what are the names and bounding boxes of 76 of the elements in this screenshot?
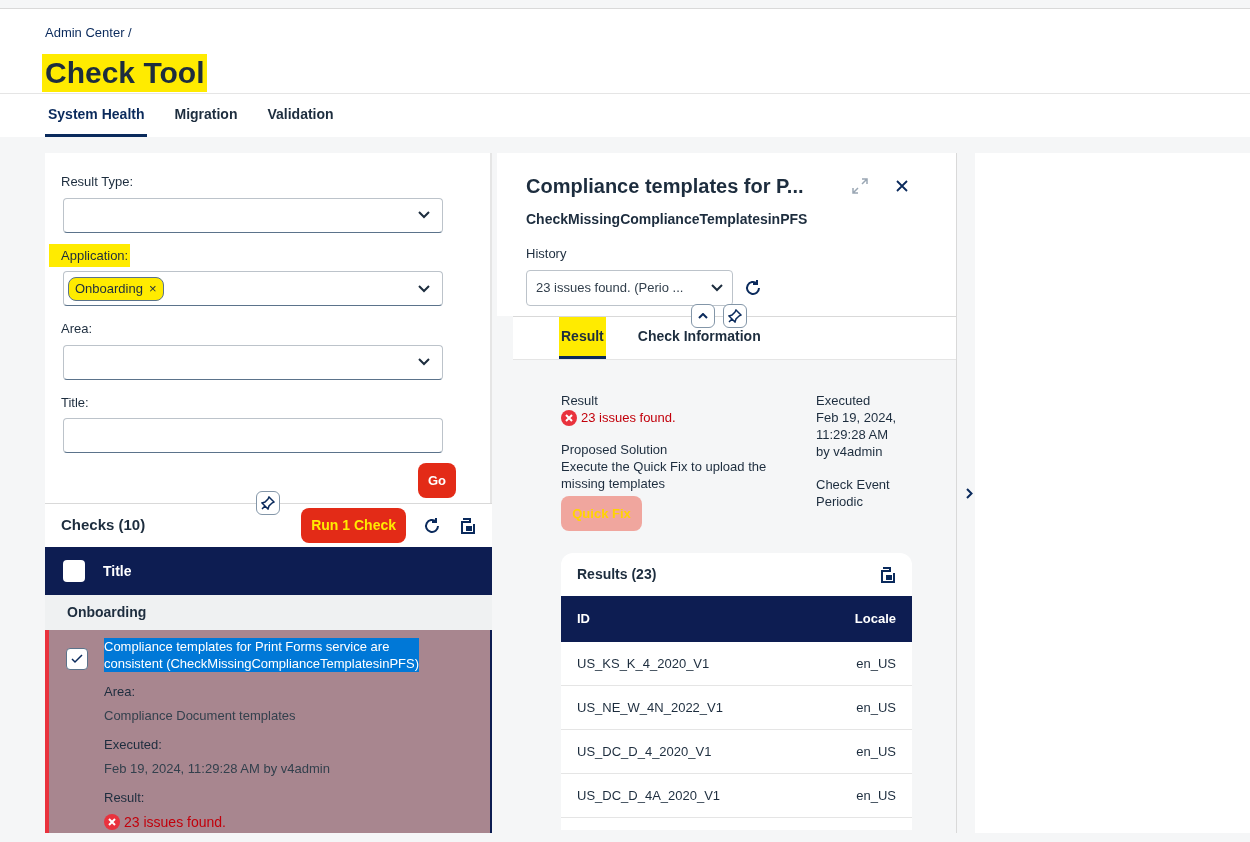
chevron-down-icon (418, 358, 430, 366)
field-label: Area: (61, 320, 94, 338)
chevron-up-icon (698, 313, 708, 319)
group-header: Onboarding (45, 595, 492, 630)
chevron-down-icon (418, 211, 430, 219)
select-field[interactable] (63, 197, 443, 233)
pin-button[interactable] (256, 491, 280, 515)
column-header: Title (103, 561, 132, 581)
field-value: Feb 19, 2024, 11:29:28 AM by v4admin (104, 759, 331, 778)
pin-button[interactable] (723, 304, 747, 328)
detail-subtitle: CheckMissingComplianceTemplatesinPFS (526, 210, 809, 229)
table-cell-text: US_DC_D_4_2020_V1 (577, 742, 712, 761)
table-cell-text: en_US (856, 698, 896, 717)
check-title: Compliance templates for Print Forms service are consistent (CheckMissingComplianceTemplatesinPFS) (104, 638, 419, 672)
row-checkbox[interactable] (65, 648, 88, 670)
token-label: Onboarding (75, 280, 143, 299)
error-icon (104, 814, 120, 830)
tab[interactable]: Check Information (635, 317, 763, 359)
field-label: History (526, 245, 568, 263)
tab[interactable]: Validation (264, 94, 337, 137)
chevron-right-icon[interactable] (965, 487, 973, 499)
chevron-down-icon (418, 284, 430, 293)
refresh-icon[interactable] (743, 277, 763, 298)
field-value: Compliance Document templates (104, 706, 297, 725)
select-field[interactable] (63, 344, 443, 380)
result-text: 23 issues found. (124, 812, 226, 832)
results-title: Results (23) (577, 565, 657, 584)
checks-title: Checks (10) (61, 515, 146, 536)
token[interactable]: Onboarding × (68, 277, 164, 301)
detail-title: Compliance templates for P... (526, 174, 805, 199)
field-label: Executed: (104, 736, 163, 754)
select-value: 23 issues found. (Perio ... (536, 278, 684, 297)
select-all-checkbox[interactable] (63, 560, 85, 582)
field-label: Result (561, 392, 599, 409)
solution-text: Execute the Quick Fix to upload the missing templates (561, 458, 768, 492)
column-header: Locale (854, 610, 896, 629)
field-label: Check Event (816, 476, 891, 493)
pin-icon (728, 309, 742, 323)
close-icon[interactable] (896, 180, 908, 192)
field-label: Title: (61, 393, 90, 412)
field-label: Result: (104, 789, 146, 807)
go-button[interactable]: Go (418, 463, 456, 498)
list-row[interactable] (45, 630, 492, 833)
field-value: Feb 19, 2024, 11:29:28 AM by v4admin (816, 409, 898, 460)
table-export-icon[interactable] (878, 565, 896, 584)
field-label: Executed (816, 392, 872, 409)
field-label: Area: (104, 683, 137, 701)
table-export-icon[interactable] (458, 516, 476, 535)
tab[interactable]: Result (559, 317, 606, 359)
tab[interactable]: System Health (45, 94, 148, 137)
token-remove-button[interactable]: × (148, 279, 157, 299)
pin-icon (261, 496, 275, 510)
tab[interactable]: Migration (171, 94, 241, 137)
column-header: ID (577, 610, 590, 629)
run-check-button[interactable]: Run 1 Check (301, 508, 406, 543)
table-cell-text: US_KS_K_4_2020_V1 (577, 654, 710, 673)
chevron-down-icon (711, 283, 723, 292)
checkmark-icon (70, 654, 83, 664)
field-label: Result Type: (61, 173, 135, 191)
field-label: Application: (49, 243, 131, 267)
text-field[interactable] (63, 418, 443, 453)
select-field[interactable]: Onboarding × (63, 271, 443, 306)
page-title: Check Tool (42, 54, 208, 92)
breadcrumb-link[interactable]: Admin Center / (45, 25, 132, 40)
error-icon (561, 409, 577, 426)
table-cell-text: en_US (856, 786, 896, 805)
table-cell-text: US_NE_W_4N_2022_V1 (577, 698, 723, 717)
result-text: 23 issues found. (581, 409, 676, 426)
table-cell-text: en_US (856, 742, 896, 761)
refresh-icon[interactable] (422, 515, 442, 536)
collapse-button[interactable] (691, 304, 715, 328)
table-cell-text: en_US (856, 654, 896, 673)
history-select[interactable]: 23 issues found. (Perio ... (526, 269, 733, 306)
field-value: Periodic (816, 493, 864, 510)
field-label: Proposed Solution (561, 441, 669, 458)
table-cell-text: US_DC_D_4A_2020_V1 (577, 786, 721, 805)
